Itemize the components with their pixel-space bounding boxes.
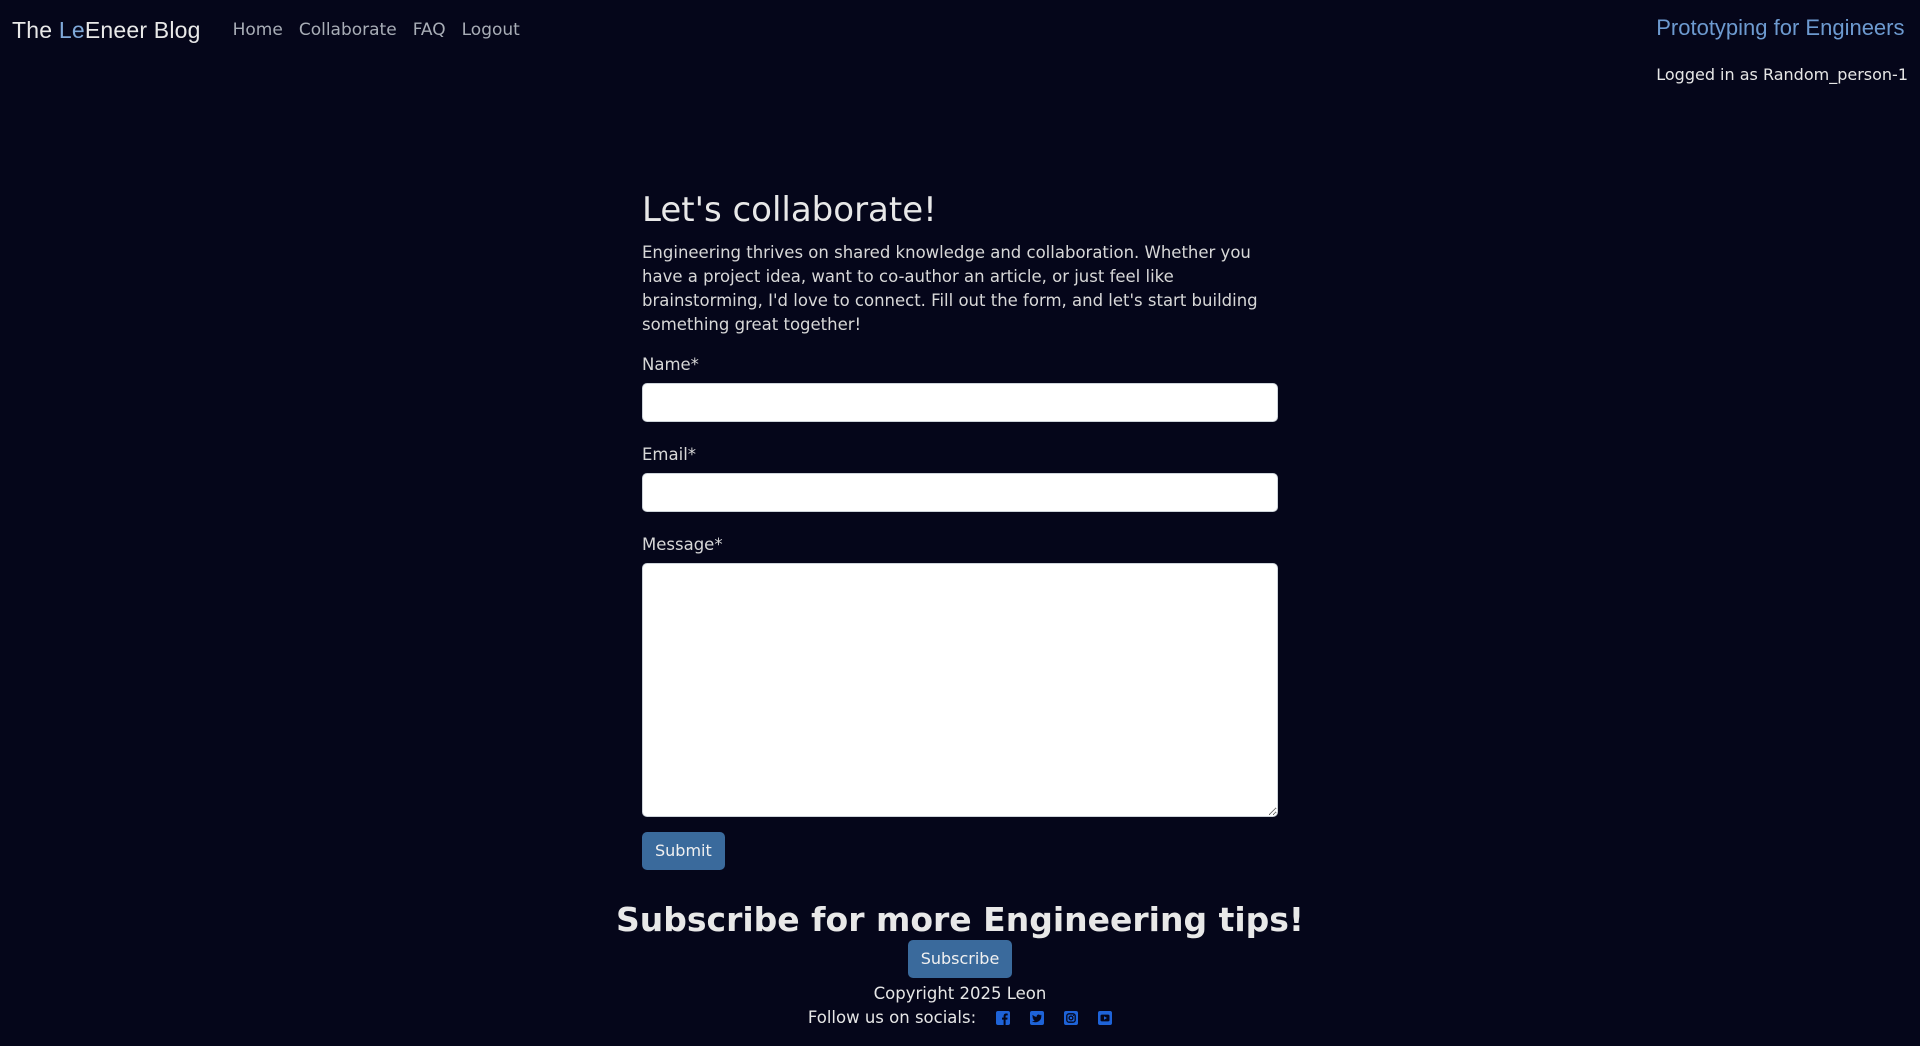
brand-accent: Le [58, 16, 85, 43]
message-textarea[interactable] [642, 562, 1278, 817]
site-brand[interactable]: The LeEneer Blog [12, 17, 201, 44]
brand-prefix: The [12, 16, 59, 43]
socials-label: Follow us on socials: [807, 1007, 977, 1027]
name-input[interactable] [642, 382, 1278, 422]
topic-link[interactable]: Prototyping for Engineers [1656, 15, 1908, 41]
copyright-text: Copyright 2025 Leon [873, 983, 1047, 1003]
message-field-group: Message* [642, 535, 1278, 817]
instagram-icon[interactable] [1064, 1010, 1079, 1025]
nav-link-faq[interactable]: FAQ [405, 20, 454, 40]
subscribe-button[interactable]: Subscribe [907, 939, 1013, 978]
navbar: The LeEneer Blog Home Collaborate FAQ Lo… [0, 0, 1920, 84]
logged-in-status: Logged in as Random_person-1 [1656, 65, 1908, 84]
collaborate-form: Name* Email* Message* Submit [642, 355, 1278, 870]
submit-wrap: Submit [642, 831, 1278, 870]
message-label: Message* [642, 534, 723, 554]
page-title: Let's collaborate! [642, 190, 937, 230]
facebook-icon[interactable] [996, 1010, 1011, 1025]
email-field-group: Email* [642, 445, 1278, 512]
email-label: Email* [642, 444, 697, 464]
name-label: Name* [642, 354, 699, 374]
footer: Subscribe for more Engineering tips! Sub… [0, 900, 1920, 1030]
subscribe-title: Subscribe for more Engineering tips! [616, 900, 1304, 939]
name-field-group: Name* [642, 355, 1278, 422]
nav-link-home[interactable]: Home [225, 20, 291, 40]
email-input[interactable] [642, 472, 1278, 512]
nav-right: Prototyping for Engineers Logged in as R… [1656, 15, 1908, 84]
submit-button[interactable]: Submit [642, 831, 725, 870]
nav-link-collaborate[interactable]: Collaborate [291, 20, 405, 40]
nav-link-logout[interactable]: Logout [454, 20, 528, 40]
collaborate-section: Let's collaborate! Engineering thrives o… [642, 190, 1278, 870]
twitter-icon[interactable] [1030, 1010, 1045, 1025]
nav-links: Home Collaborate FAQ Logout [225, 20, 528, 40]
social-icons [996, 1010, 1113, 1025]
brand-suffix: Eneer Blog [84, 16, 201, 43]
socials-row: Follow us on socials: [0, 1006, 1920, 1030]
youtube-icon[interactable] [1098, 1010, 1113, 1025]
intro-text: Engineering thrives on shared knowledge … [642, 242, 1258, 334]
